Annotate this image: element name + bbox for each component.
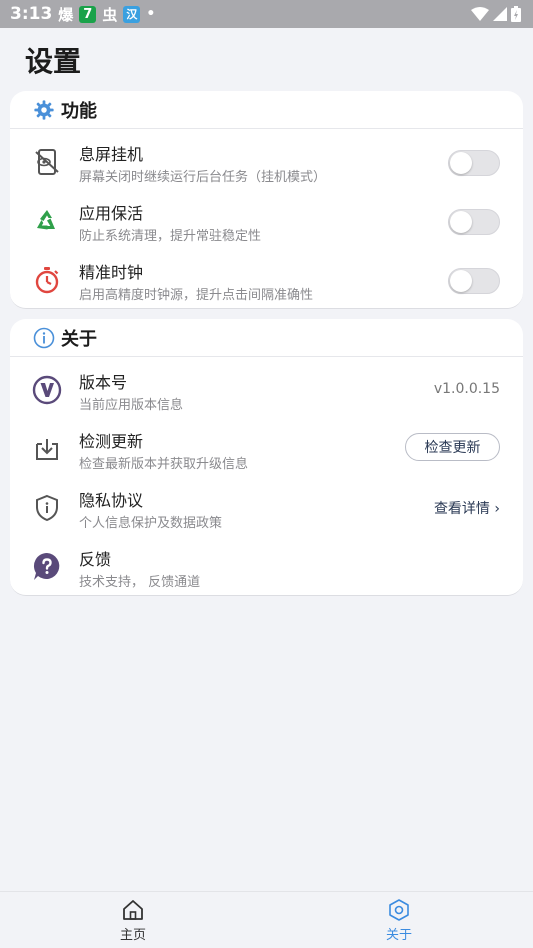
info-icon xyxy=(33,327,55,349)
gear-icon xyxy=(33,99,55,121)
notification-more-dot: • xyxy=(146,6,156,22)
setting-subtitle: 屏幕关闭时继续运行后台任务（挂机模式） xyxy=(79,170,327,185)
about-row-version: 版本号 当前应用版本信息 v1.0.0.15 xyxy=(10,361,523,419)
wifi-icon xyxy=(471,7,489,21)
shield-info-icon xyxy=(32,493,62,523)
setting-subtitle: 防止系统清理，提升常驻稳定性 xyxy=(79,229,262,244)
about-title: 版本号 xyxy=(79,373,128,392)
setting-row-screen-off[interactable]: 息屏挂机 屏幕关闭时继续运行后台任务（挂机模式） xyxy=(10,133,523,191)
battery-icon xyxy=(511,6,521,22)
function-section-header: 功能 xyxy=(10,91,523,129)
about-row-feedback[interactable]: 反馈 技术支持， 反馈通道 xyxy=(10,538,523,596)
about-subtitle: 技术支持， 反馈通道 xyxy=(79,575,201,590)
keep-alive-toggle[interactable] xyxy=(448,209,500,235)
setting-title: 应用保活 xyxy=(79,204,144,223)
toggle-knob xyxy=(450,211,472,233)
version-v-icon xyxy=(32,375,62,405)
setting-row-keep-alive[interactable]: 应用保活 防止系统清理，提升常驻稳定性 xyxy=(10,192,523,250)
home-icon xyxy=(93,898,173,922)
setting-subtitle: 启用高精度时钟源，提升点击间隔准确性 xyxy=(79,288,314,303)
function-section-title: 功能 xyxy=(61,100,97,122)
bottom-navigation: 主页 关于 xyxy=(0,891,533,948)
about-subtitle: 检查最新版本并获取升级信息 xyxy=(79,457,249,472)
signal-icon xyxy=(493,7,507,21)
about-row-privacy[interactable]: 隐私协议 个人信息保护及数据政策 查看详情 › xyxy=(10,479,523,537)
nav-label-home: 主页 xyxy=(119,928,146,943)
page-title: 设置 xyxy=(25,45,82,78)
status-bar: 3:13 爆 7 虫 汉 • xyxy=(0,0,533,28)
notification-app-icon: 7 xyxy=(79,5,97,23)
setting-title: 息屏挂机 xyxy=(79,145,144,164)
notification-app-icon: 爆 xyxy=(58,5,74,24)
help-bubble-icon xyxy=(32,552,62,582)
about-subtitle: 个人信息保护及数据政策 xyxy=(79,516,223,531)
recycle-icon xyxy=(32,206,62,236)
setting-title: 精准时钟 xyxy=(79,263,144,282)
version-value: v1.0.0.15 xyxy=(433,381,500,397)
notification-app-icon: 汉 xyxy=(123,5,141,23)
about-title: 检测更新 xyxy=(79,432,144,451)
notification-app-icon: 虫 xyxy=(102,5,118,24)
view-details-link[interactable]: 查看详情 › xyxy=(434,498,500,518)
about-title: 反馈 xyxy=(79,550,112,569)
toggle-knob xyxy=(450,152,472,174)
about-section-header: 关于 xyxy=(10,319,523,357)
precise-clock-toggle[interactable] xyxy=(448,268,500,294)
check-update-button[interactable]: 检查更新 xyxy=(405,433,500,461)
about-section-title: 关于 xyxy=(61,328,97,350)
about-subtitle: 当前应用版本信息 xyxy=(79,398,184,413)
nav-item-home[interactable]: 主页 xyxy=(93,898,173,943)
nav-item-about[interactable]: 关于 xyxy=(359,898,439,943)
nav-label-about: 关于 xyxy=(385,928,412,943)
about-row-update: 检测更新 检查最新版本并获取升级信息 检查更新 xyxy=(10,420,523,478)
about-title: 隐私协议 xyxy=(79,491,144,510)
setting-row-precise-clock[interactable]: 精准时钟 启用高精度时钟源，提升点击间隔准确性 xyxy=(10,251,523,309)
status-time: 3:13 xyxy=(10,4,53,24)
download-icon xyxy=(32,434,62,464)
screen-off-icon xyxy=(32,147,62,177)
timer-icon xyxy=(32,265,62,295)
about-section-card: 关于 版本号 当前应用版本信息 v1.0.0.15 检测更新 检查最新版本并获取… xyxy=(10,319,523,596)
screen-off-toggle[interactable] xyxy=(448,150,500,176)
hexagon-settings-icon xyxy=(359,898,439,922)
toggle-knob xyxy=(450,270,472,292)
function-section-card: 功能 息屏挂机 屏幕关闭时继续运行后台任务（挂机模式） 应用保活 防止系统清理，… xyxy=(10,91,523,309)
